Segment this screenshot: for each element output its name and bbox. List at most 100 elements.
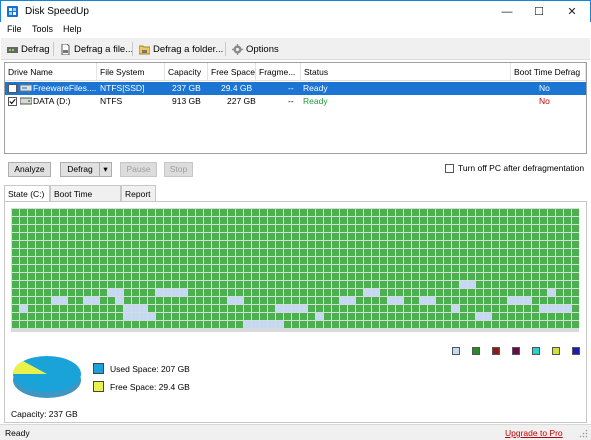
column-free-space[interactable]: Free Space <box>208 63 256 81</box>
cluster-block <box>396 225 403 232</box>
cluster-block <box>84 257 91 264</box>
cluster-block <box>244 297 251 304</box>
cluster-block <box>92 321 99 328</box>
drive-row[interactable]: FreewareFiles.... NTFS[SSD] 237 GB 29.4 … <box>5 82 586 95</box>
cluster-block <box>132 281 139 288</box>
drive-list[interactable]: Drive Name File System Capacity Free Spa… <box>4 62 587 154</box>
options-button[interactable]: Options <box>230 41 281 57</box>
cluster-block <box>124 241 131 248</box>
tab-state[interactable]: State (C:) <box>4 185 50 202</box>
cluster-block <box>68 297 75 304</box>
cluster-block <box>540 289 547 296</box>
cluster-block <box>348 225 355 232</box>
cluster-block <box>12 209 19 216</box>
maximize-button[interactable]: ☐ <box>523 1 555 23</box>
cluster-block <box>68 321 75 328</box>
defrag-file-button[interactable]: Defrag a file... <box>58 41 135 57</box>
cluster-block <box>524 281 531 288</box>
cluster-block <box>420 313 427 320</box>
cluster-block <box>484 273 491 280</box>
cluster-block <box>436 241 443 248</box>
cluster-block <box>332 265 339 272</box>
cluster-block <box>172 217 179 224</box>
cluster-block <box>284 217 291 224</box>
cluster-block <box>180 281 187 288</box>
cluster-block <box>396 273 403 280</box>
close-button[interactable]: ✕ <box>556 1 588 23</box>
column-file-system[interactable]: File System <box>97 63 165 81</box>
menu-tools[interactable]: Tools <box>32 24 53 34</box>
tab-report[interactable]: Report <box>121 185 156 201</box>
cluster-block <box>228 217 235 224</box>
cluster-block <box>468 209 475 216</box>
defrag-toolbar-button[interactable]: Defrag <box>5 41 52 57</box>
drive-checkbox[interactable] <box>8 83 17 93</box>
column-boot-time-defrag[interactable]: Boot Time Defrag <box>511 63 586 81</box>
analyze-button[interactable]: Analyze <box>8 162 51 177</box>
cluster-block <box>340 249 347 256</box>
drive-fragmented: -- <box>288 96 294 106</box>
cluster-block <box>52 217 59 224</box>
defrag-button[interactable]: Defrag <box>60 162 100 177</box>
defrag-folder-button[interactable]: Defrag a folder... <box>137 41 225 57</box>
window-title: Disk SpeedUp <box>25 6 89 17</box>
menu-file[interactable]: File <box>7 24 22 34</box>
cluster-block <box>36 217 43 224</box>
cluster-block <box>268 257 275 264</box>
turn-off-checkbox[interactable] <box>445 163 454 173</box>
resize-grip-icon[interactable] <box>579 429 588 438</box>
cluster-block <box>196 273 203 280</box>
minimize-button[interactable]: — <box>491 1 523 23</box>
cluster-block <box>68 305 75 312</box>
cluster-block <box>292 249 299 256</box>
column-fragmented[interactable]: Fragme... <box>256 63 301 81</box>
cluster-block <box>220 297 227 304</box>
cluster-block <box>228 241 235 248</box>
cluster-block <box>244 257 251 264</box>
drive-name: FreewareFiles.... <box>33 83 97 93</box>
cluster-block <box>516 249 523 256</box>
cluster-block <box>68 249 75 256</box>
tab-boot-time-defrag[interactable]: Boot Time Defrag <box>50 185 121 215</box>
column-drive-name[interactable]: Drive Name <box>5 63 97 81</box>
cluster-block <box>116 297 123 304</box>
cluster-block <box>28 321 35 328</box>
cluster-block <box>284 225 291 232</box>
cluster-block <box>36 241 43 248</box>
drive-row[interactable]: DATA (D:) NTFS 913 GB 227 GB -- Ready No <box>5 95 586 108</box>
cluster-block <box>500 217 507 224</box>
menu-help[interactable]: Help <box>63 24 82 34</box>
cluster-block <box>404 289 411 296</box>
cluster-block <box>148 225 155 232</box>
cluster-block <box>516 241 523 248</box>
cluster-block <box>36 233 43 240</box>
cluster-block <box>268 289 275 296</box>
turn-off-option[interactable]: Turn off PC after defragmentation <box>445 163 584 173</box>
drive-checkbox-checked[interactable] <box>8 96 17 106</box>
defrag-dropdown-button[interactable]: ▾ <box>99 162 112 177</box>
cluster-block <box>100 241 107 248</box>
cluster-block <box>108 289 115 296</box>
cluster-block <box>52 313 59 320</box>
cluster-block <box>140 249 147 256</box>
upgrade-link[interactable]: Upgrade to Pro <box>505 428 563 438</box>
pause-button[interactable]: Pause <box>120 162 157 177</box>
cluster-block <box>76 297 83 304</box>
cluster-block <box>220 209 227 216</box>
cluster-block <box>140 305 147 312</box>
cluster-block <box>172 321 179 328</box>
cluster-block <box>212 249 219 256</box>
column-capacity[interactable]: Capacity <box>165 63 208 81</box>
cluster-block <box>276 249 283 256</box>
cluster-block <box>540 257 547 264</box>
cluster-block <box>188 249 195 256</box>
stop-button[interactable]: Stop <box>164 162 193 177</box>
column-status[interactable]: Status <box>301 63 511 81</box>
cluster-block <box>284 281 291 288</box>
cluster-block <box>252 321 259 328</box>
cluster-block <box>84 305 91 312</box>
cluster-block <box>572 233 579 240</box>
cluster-block <box>84 265 91 272</box>
cluster-block <box>404 273 411 280</box>
cluster-block <box>492 225 499 232</box>
